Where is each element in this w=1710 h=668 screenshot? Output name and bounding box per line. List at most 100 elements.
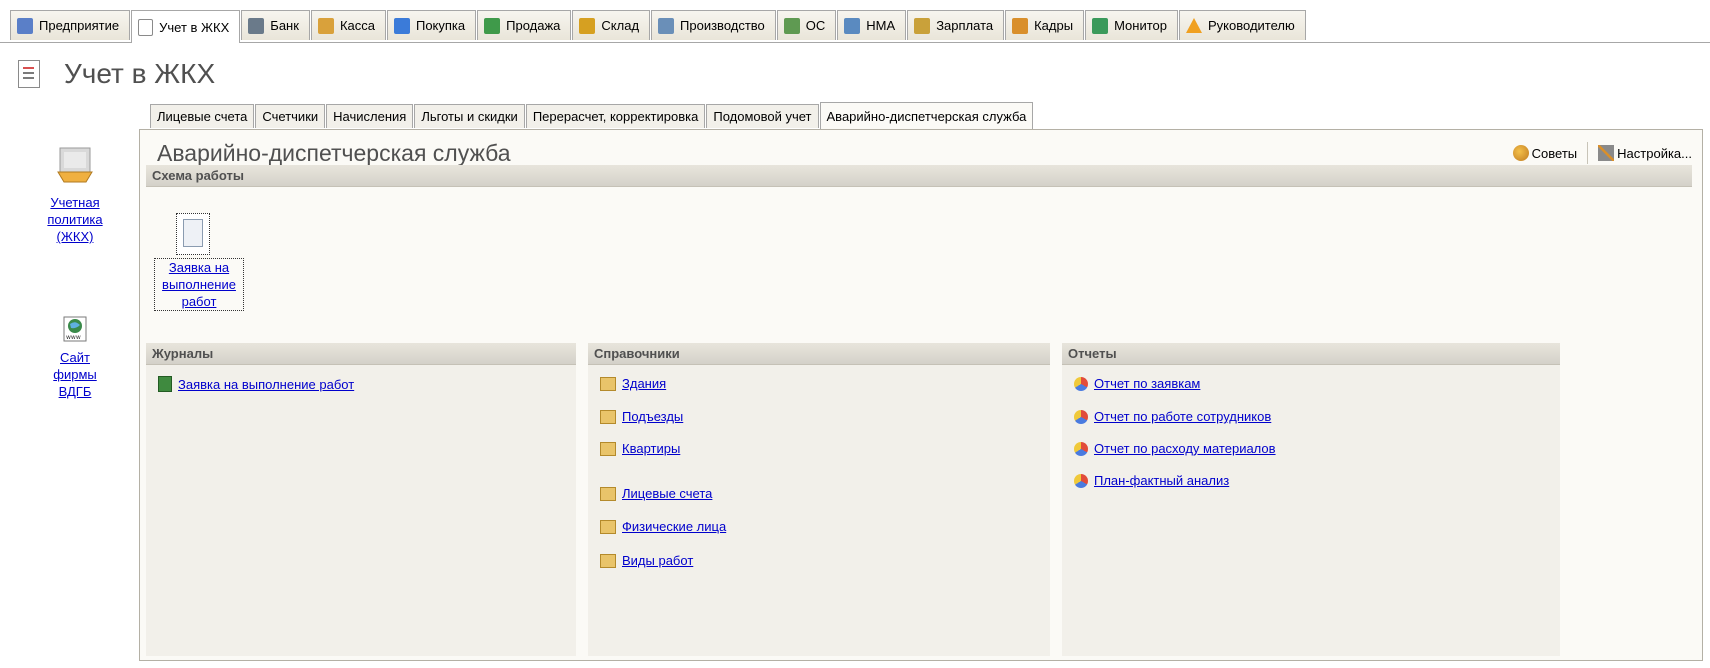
list-item: Здания xyxy=(600,376,666,391)
toolbar-separator xyxy=(1587,142,1589,164)
reference-icon xyxy=(600,486,616,501)
accounting-policy-icon xyxy=(52,142,98,188)
nav-accounting-policy-label[interactable]: Учетная политика (ЖКХ) xyxy=(40,194,110,245)
bank-icon xyxy=(248,17,265,34)
journals-header: Журналы xyxy=(146,343,576,365)
tab-housing-accounting[interactable]: Учет в ЖКХ xyxy=(131,10,241,43)
purchase-icon xyxy=(393,17,410,34)
tab-monitor[interactable]: Монитор xyxy=(1085,10,1178,40)
monitor-icon xyxy=(1092,17,1109,34)
tab-enterprise[interactable]: Предприятие xyxy=(10,10,131,40)
panel-title: Аварийно-диспетчерская служба xyxy=(157,140,511,166)
tab-staff[interactable]: Кадры xyxy=(1005,10,1085,40)
staff-icon xyxy=(1012,17,1029,34)
settings-tools-icon xyxy=(1598,145,1615,161)
salary-icon xyxy=(914,17,931,34)
page-title: Учет в ЖКХ xyxy=(64,58,216,89)
fixed-assets-icon xyxy=(783,17,800,34)
tab-bank[interactable]: Банк xyxy=(241,10,310,40)
housing-doc-icon xyxy=(138,18,154,36)
website-globe-icon: www xyxy=(62,315,88,343)
journals-column: Журналы Заявка на выполнение работ xyxy=(146,343,576,656)
references-header: Справочники xyxy=(588,343,1050,365)
request-form-icon-page xyxy=(183,219,203,247)
subtab-building-accounting[interactable]: Подомовой учет xyxy=(706,104,819,128)
subtab-charges[interactable]: Начисления xyxy=(326,104,414,128)
report-pie-icon xyxy=(1074,441,1088,456)
references-column: Справочники Здания Подъезды Квартиры Лиц… xyxy=(588,343,1050,656)
journal-icon xyxy=(158,376,172,392)
reference-link[interactable]: Виды работ xyxy=(622,553,693,568)
reports-list: Отчет по заявкам Отчет по работе сотрудн… xyxy=(1062,365,1560,656)
production-icon xyxy=(658,17,675,34)
journals-list: Заявка на выполнение работ xyxy=(146,365,576,656)
request-form-icon[interactable] xyxy=(176,213,210,255)
svg-text:www: www xyxy=(66,334,81,341)
subtab-emergency-dispatch[interactable]: Аварийно-диспетчерская служба xyxy=(819,102,1034,129)
tab-warehouse[interactable]: Склад xyxy=(572,10,651,40)
settings-button[interactable]: Настройка... xyxy=(1617,146,1692,161)
page-header: Учет в ЖКХ xyxy=(18,54,215,94)
reference-icon xyxy=(600,519,616,534)
list-item: Отчет по работе сотрудников xyxy=(1074,409,1271,424)
journal-link[interactable]: Заявка на выполнение работ xyxy=(178,377,354,392)
list-item: Заявка на выполнение работ xyxy=(158,376,354,392)
reference-icon xyxy=(600,376,616,391)
reference-icon xyxy=(600,409,616,424)
report-pie-icon xyxy=(1074,473,1088,488)
tab-fixed-assets[interactable]: ОС xyxy=(776,10,837,40)
reference-link[interactable]: Подъезды xyxy=(622,409,683,424)
reference-link[interactable]: Квартиры xyxy=(622,441,680,456)
tabs-divider xyxy=(0,42,1710,43)
list-item: Физические лица xyxy=(600,519,726,534)
warning-icon xyxy=(1186,18,1202,33)
subtab-meters[interactable]: Счетчики xyxy=(255,104,326,128)
warehouse-icon xyxy=(579,17,596,34)
emergency-dispatch-panel: Аварийно-диспетчерская служба Советы Нас… xyxy=(139,129,1703,661)
nav-accounting-policy[interactable]: Учетная политика (ЖКХ) xyxy=(0,142,150,245)
report-pie-icon xyxy=(1074,376,1088,391)
tab-purchase[interactable]: Покупка xyxy=(386,10,477,40)
tab-production[interactable]: Производство xyxy=(651,10,776,40)
list-item: Отчет по заявкам xyxy=(1074,376,1200,391)
tips-icon xyxy=(1512,145,1529,161)
panel-toolbar: Советы Настройка... xyxy=(1512,142,1692,164)
enterprise-icon xyxy=(17,17,33,34)
tab-sale[interactable]: Продажа xyxy=(477,10,572,40)
list-item: Лицевые счета xyxy=(600,486,712,501)
report-pie-icon xyxy=(1074,409,1088,424)
list-item: Отчет по расходу материалов xyxy=(1074,441,1276,456)
reference-icon xyxy=(600,441,616,456)
sale-icon xyxy=(484,17,501,34)
reference-link[interactable]: Физические лица xyxy=(622,519,726,534)
document-icon xyxy=(18,60,40,88)
tab-manager[interactable]: Руководителю xyxy=(1179,10,1306,40)
subtab-personal-accounts[interactable]: Лицевые счета xyxy=(150,104,255,128)
nav-company-website-label[interactable]: Сайт фирмы ВДГБ xyxy=(40,349,110,400)
reference-link[interactable]: Здания xyxy=(622,376,666,391)
report-link[interactable]: Отчет по расходу материалов xyxy=(1094,441,1276,456)
tips-button[interactable]: Советы xyxy=(1532,146,1577,161)
cash-icon xyxy=(317,17,334,34)
tab-cash[interactable]: Касса xyxy=(310,10,386,40)
subtab-benefits-discounts[interactable]: Льготы и скидки xyxy=(414,104,525,128)
reference-icon xyxy=(600,553,616,568)
top-tabs: Предприятие Учет в ЖКХ Банк Касса Покупк… xyxy=(10,10,1307,43)
list-item: Подъезды xyxy=(600,409,683,424)
report-link[interactable]: План-фактный анализ xyxy=(1094,473,1229,488)
references-list: Здания Подъезды Квартиры Лицевые счета Ф… xyxy=(588,365,1050,656)
report-link[interactable]: Отчет по заявкам xyxy=(1094,376,1200,391)
scheme-request-link[interactable]: Заявка на выполнение работ xyxy=(154,258,244,311)
sub-tabs: Лицевые счета Счетчики Начисления Льготы… xyxy=(150,102,1034,130)
list-item: Квартиры xyxy=(600,441,680,456)
report-link[interactable]: Отчет по работе сотрудников xyxy=(1094,409,1271,424)
subtab-recalculation[interactable]: Перерасчет, корректировка xyxy=(525,104,706,128)
tab-intangible-assets[interactable]: НМА xyxy=(837,10,907,40)
scheme-section-header: Схема работы xyxy=(146,165,1692,187)
reports-header: Отчеты xyxy=(1062,343,1560,365)
top-tabs-bar: Предприятие Учет в ЖКХ Банк Касса Покупк… xyxy=(0,0,1710,48)
tab-salary[interactable]: Зарплата xyxy=(907,10,1005,40)
nav-company-website[interactable]: www Сайт фирмы ВДГБ xyxy=(0,315,150,400)
list-item: Виды работ xyxy=(600,553,693,568)
reference-link[interactable]: Лицевые счета xyxy=(622,486,712,501)
